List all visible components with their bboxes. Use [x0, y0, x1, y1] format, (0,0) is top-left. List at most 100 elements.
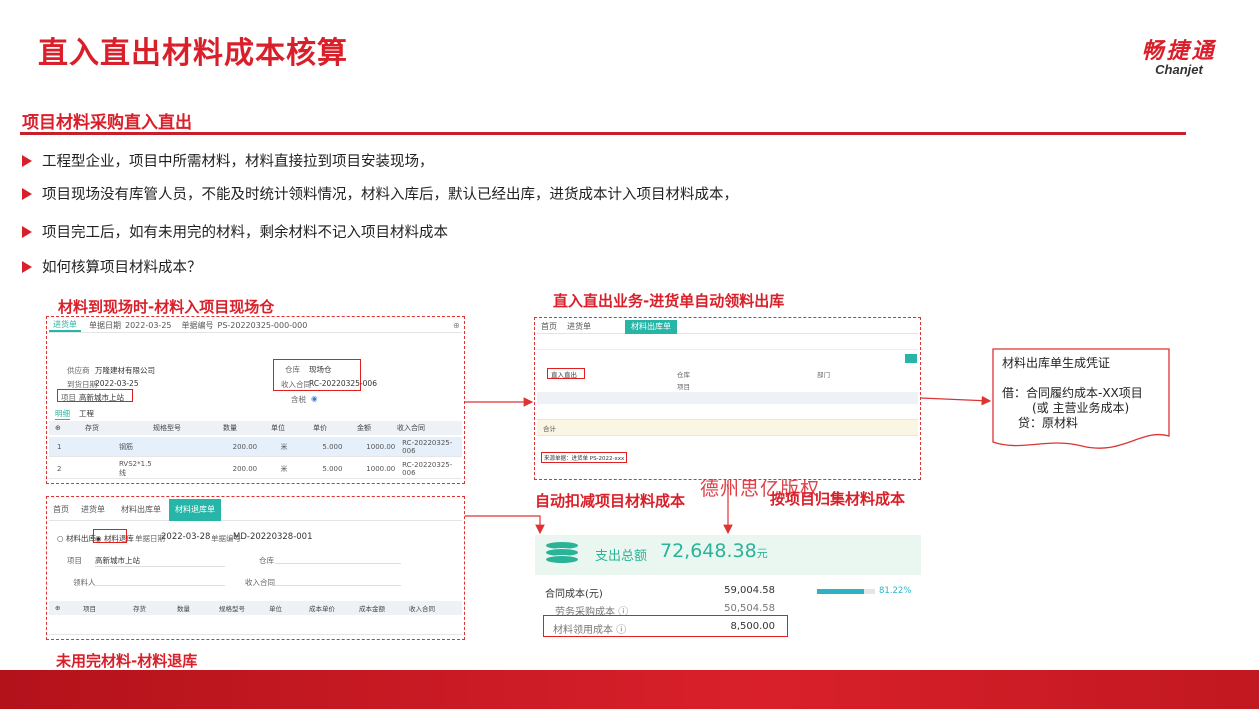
bullet-2: 项目现场没有库管人员，不能及时统计领料情况，材料入库后，默认已经出库，进货成本计…: [22, 183, 738, 204]
contract-value[interactable]: RC-20220325-006: [309, 379, 377, 388]
tab-engineering[interactable]: 工程: [79, 408, 94, 419]
grid-header: 项目: [83, 605, 96, 613]
settings-icon[interactable]: ⊕: [453, 321, 460, 330]
summary-row: 合计: [537, 420, 918, 436]
contract-input[interactable]: [275, 585, 401, 586]
watermark: 德州思亿版权: [700, 478, 821, 500]
coin-stack-icon: [545, 541, 583, 569]
grid-header: 单价: [313, 424, 327, 432]
grid-header: 金额: [357, 424, 371, 432]
triangle-bullet-icon: [22, 260, 32, 273]
logo-en: Chanjet: [1155, 62, 1203, 77]
no-value[interactable]: MD-20220328-001: [233, 532, 313, 542]
direct-screenshot-frame: 首页 进货单 材料出库单 直入直出 仓库 项目 部门 合计 来源单据：进货单 P…: [534, 317, 921, 480]
logo-cn: 畅捷通: [1141, 39, 1217, 64]
grid-header-settings-icon[interactable]: ⊕: [49, 604, 75, 612]
tab-material-outbound[interactable]: 材料出库单: [625, 319, 677, 334]
warehouse-label: 仓库: [285, 365, 300, 374]
row-unit[interactable]: 米: [273, 464, 323, 474]
tax-label: 含税: [291, 395, 306, 404]
grid-header: 存货: [85, 424, 99, 432]
grid-header: 收入合同: [409, 605, 435, 613]
section-title: 项目材料采购直入直出: [22, 113, 192, 133]
table-row[interactable]: [537, 404, 918, 420]
warehouse-label: 仓库: [259, 556, 274, 565]
table-row[interactable]: 2 RVS2*1.5线 200.00 米 5.000 1000.00 RC-20…: [49, 459, 462, 479]
progress-fill: [817, 589, 865, 594]
arrow-return-to-summary: [465, 515, 545, 535]
warehouse-input[interactable]: [275, 563, 401, 564]
date-value[interactable]: 2022-03-25: [125, 321, 172, 330]
project-input[interactable]: 高新城市上站: [95, 555, 225, 567]
info-icon[interactable]: ⓘ: [616, 625, 626, 636]
tab-detail[interactable]: 明细: [55, 408, 70, 420]
date-value[interactable]: 2022-03-28: [161, 532, 210, 542]
row-amount[interactable]: 1000.00: [366, 465, 402, 473]
row-item[interactable]: RVS2*1.5线: [75, 460, 153, 478]
row-contract[interactable]: RC-20220325-006: [402, 439, 462, 455]
row-item[interactable]: 钢筋: [75, 442, 153, 452]
voucher-note: 材料出库单生成凭证 借：合同履约成本-XX项目 (或 主营业务成本) 贷：原材料: [992, 348, 1170, 449]
project-value[interactable]: 高新城市上站: [79, 392, 124, 403]
tab-purchase[interactable]: 进货单: [561, 321, 597, 332]
caption-return: 未用完材料-材料退库: [56, 652, 198, 670]
labor-cost-value: 50,504.58: [724, 603, 775, 614]
tab-purchase-receipt[interactable]: 进货单: [49, 319, 81, 332]
row-qty[interactable]: 200.00: [233, 443, 273, 451]
grid-header: 存货: [133, 605, 146, 613]
row-contract[interactable]: RC-20220325-006: [402, 461, 462, 477]
table-row[interactable]: 1 钢筋 200.00 米 5.000 1000.00 RC-20220325-…: [49, 437, 462, 457]
arrival-value[interactable]: 2022-03-25: [95, 379, 139, 388]
toolbar: [537, 338, 918, 350]
row-price[interactable]: 5.000: [322, 443, 366, 451]
row-index: 1: [57, 442, 62, 451]
tab-purchase[interactable]: 进货单: [73, 504, 113, 515]
tab-material-outbound[interactable]: 材料出库单: [113, 504, 169, 515]
section-divider: [20, 132, 1186, 135]
triangle-bullet-icon: [22, 225, 32, 238]
summary-label: 合计: [543, 424, 556, 433]
direct-flag: 直入直出: [551, 371, 577, 379]
tab-material-return[interactable]: 材料退库单: [169, 498, 221, 521]
row-unit[interactable]: 米: [273, 442, 323, 452]
triangle-bullet-icon: [22, 187, 32, 200]
grid-header-settings-icon[interactable]: ⊕: [49, 424, 75, 432]
grid-header: 单位: [269, 605, 282, 613]
row-price[interactable]: 5.000: [322, 465, 366, 473]
supplier-label: 供应商: [67, 366, 90, 375]
material-cost-value: 8,500.00: [730, 621, 775, 632]
radio-return[interactable]: ◉ 材料退库: [95, 533, 134, 544]
total-expense-label: 支出总额: [595, 549, 648, 564]
bullet-1: 工程型企业，项目中所需材料，材料直接拉到项目安装现场，: [22, 150, 434, 171]
material-outbound-window: 首页 进货单 材料出库单 直入直出 仓库 项目 部门 合计 来源单据：进货单 P…: [537, 319, 918, 477]
bullet-text: 工程型企业，项目中所需材料，材料直接拉到项目安装现场，: [42, 154, 434, 170]
no-label: 单据编号: [181, 321, 214, 330]
voucher-credit: 贷：原材料: [1018, 416, 1079, 430]
no-value[interactable]: PS-20220325-000-000: [218, 321, 308, 330]
material-cost-label: 材料领用成本 ⓘ: [553, 625, 627, 636]
tab-home[interactable]: 首页: [49, 504, 73, 515]
bullet-text: 项目现场没有库管人员，不能及时统计领料情况，材料入库后，默认已经出库，进货成本计…: [42, 187, 738, 203]
tab-home[interactable]: 首页: [537, 321, 561, 332]
caption-inbound: 材料到现场时-材料入项目现场仓: [58, 298, 275, 316]
requester-input[interactable]: [95, 585, 225, 586]
project-label: 项目: [67, 556, 82, 565]
warehouse-value[interactable]: 现场仓: [309, 364, 332, 375]
radio-outbound[interactable]: ○ 材料出库: [57, 533, 96, 544]
tax-radio-icon[interactable]: ◉: [311, 394, 318, 403]
cost-progress-bar: [817, 589, 875, 594]
detail-grid-header: ⊕ 存货 规格型号 数量 单位 单价 金额 收入合同: [49, 421, 462, 435]
supplier-value[interactable]: 万隆建材有限公司: [95, 365, 155, 376]
table-row[interactable]: [49, 617, 462, 635]
row-amount[interactable]: 1000.00: [366, 443, 402, 451]
chanjet-logo: 畅捷通 Chanjet: [1124, 39, 1234, 78]
arrow-direct-to-voucher: [920, 395, 992, 406]
page-title: 直入直出材料成本核算: [38, 36, 348, 71]
contract-cost-label: 合同成本(元): [545, 589, 603, 600]
filter-label: 仓库: [677, 371, 690, 379]
bullet-text: 如何核算项目材料成本？: [42, 260, 202, 276]
row-qty[interactable]: 200.00: [233, 465, 273, 473]
bullet-3: 项目完工后，如有未用完的材料，剩余材料不记入项目材料成本: [22, 221, 448, 242]
voucher-title: 材料出库单生成凭证: [1002, 356, 1111, 370]
bullet-4: 如何核算项目材料成本？: [22, 256, 202, 277]
